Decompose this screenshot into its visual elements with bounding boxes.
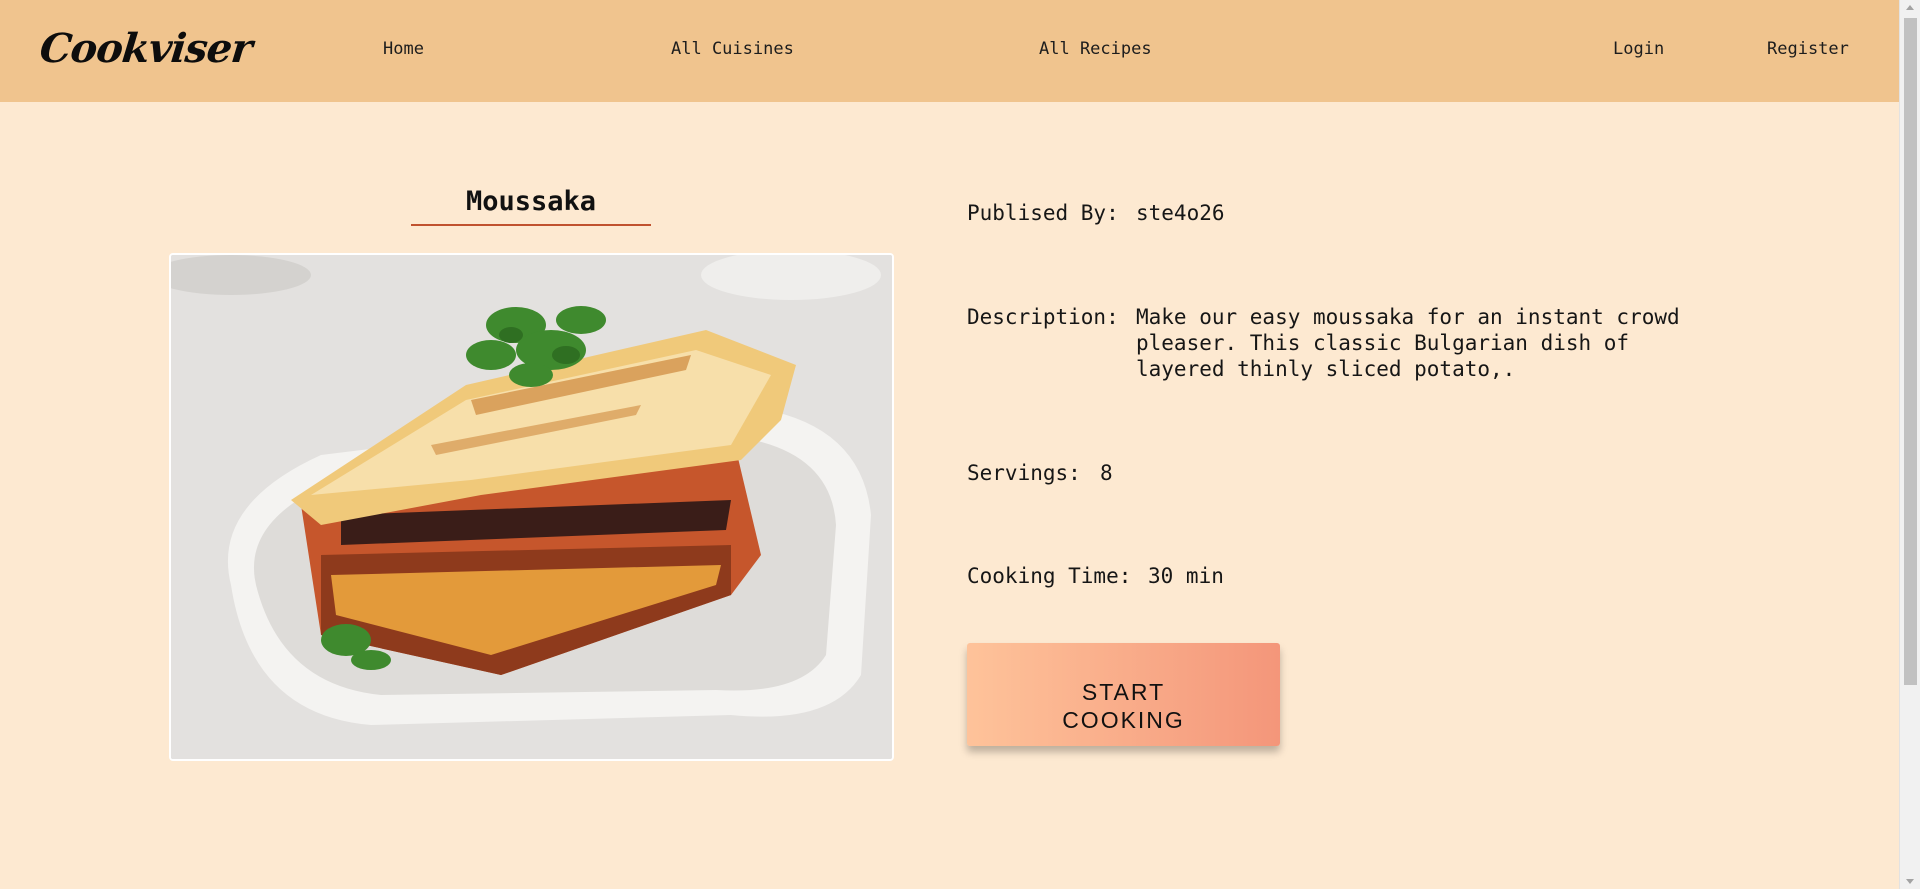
scroll-down-arrow-icon[interactable] (1906, 879, 1914, 884)
recipe-page: Cookviser Home All Cuisines All Recipes … (0, 0, 1920, 889)
nav-home-link[interactable]: Home (383, 39, 424, 59)
recipe-image (169, 253, 894, 761)
navbar: Cookviser Home All Cuisines All Recipes … (0, 0, 1899, 102)
vertical-scrollbar[interactable] (1899, 0, 1920, 889)
cooking-time-label: Cooking Time: (967, 564, 1132, 588)
scrollbar-thumb[interactable] (1904, 18, 1917, 685)
site-logo[interactable]: Cookviser (38, 25, 254, 72)
published-by-value: ste4o26 (1136, 201, 1225, 225)
servings-value: 8 (1100, 461, 1113, 485)
servings-label: Servings: (967, 461, 1081, 485)
recipe-title: Moussaka (465, 186, 597, 217)
description-value: Make our easy moussaka for an instant cr… (1136, 305, 1680, 381)
title-underline (411, 224, 651, 226)
scroll-up-arrow-icon[interactable] (1906, 5, 1914, 10)
moussaka-photo (171, 255, 892, 759)
nav-all-cuisines-link[interactable]: All Cuisines (671, 39, 794, 59)
nav-register-link[interactable]: Register (1767, 39, 1849, 59)
nav-all-recipes-link[interactable]: All Recipes (1039, 39, 1152, 59)
published-by-label: Publised By: (967, 201, 1119, 225)
cooking-time-value: 30 min (1148, 564, 1224, 588)
description-label: Description: (967, 305, 1119, 329)
nav-login-link[interactable]: Login (1613, 39, 1664, 59)
start-cooking-button[interactable]: START COOKING (967, 643, 1280, 746)
